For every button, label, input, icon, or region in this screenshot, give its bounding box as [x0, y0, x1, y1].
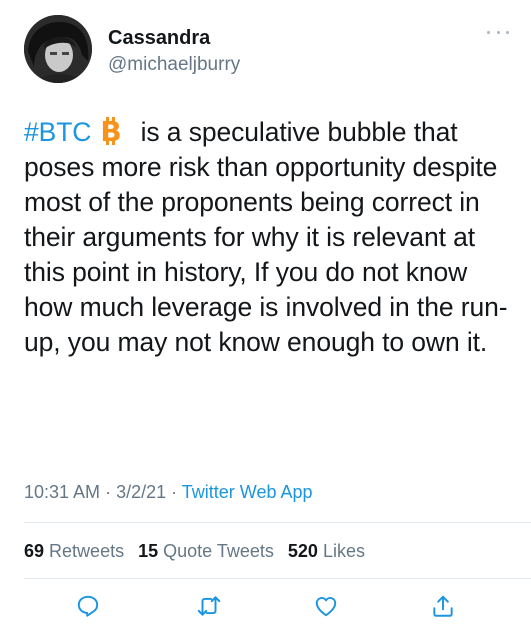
avatar-image — [24, 15, 92, 83]
quotes-count: 15 — [138, 541, 159, 561]
author-handle[interactable]: @michaeljburry — [108, 54, 240, 76]
retweets-count: 69 — [24, 541, 45, 561]
divider — [24, 522, 531, 523]
likes-count: 520 — [287, 541, 318, 561]
tweet-time[interactable]: 10:31 AM — [24, 482, 100, 502]
more-icon[interactable] — [487, 26, 509, 38]
quotes-label: Quote Tweets — [163, 541, 274, 561]
action-bar — [0, 593, 531, 623]
likes-stat[interactable]: 520 Likes — [288, 541, 365, 561]
divider — [24, 578, 531, 579]
like-icon[interactable] — [313, 593, 339, 619]
avatar[interactable] — [24, 15, 92, 83]
tweet-stats: 69 Retweets 15 Quote Tweets 520 Likes — [24, 541, 374, 562]
meta-separator: · — [100, 482, 117, 502]
retweet-icon[interactable] — [196, 593, 222, 619]
tweet-body: is a speculative bubble that poses more … — [24, 117, 508, 357]
tweet-meta: 10:31 AM · 3/2/21 · Twitter Web App — [24, 482, 313, 503]
share-icon[interactable] — [430, 593, 456, 619]
tweet-date[interactable]: 3/2/21 — [116, 482, 166, 502]
quotes-stat[interactable]: 15 Quote Tweets — [138, 541, 274, 561]
retweets-label: Retweets — [49, 541, 125, 561]
meta-separator: · — [166, 482, 182, 502]
author-name[interactable]: Cassandra — [108, 27, 210, 50]
tweet-text: #BTC B is a speculative bubble that poses… — [24, 115, 514, 360]
hashtag-link[interactable]: #BTC — [24, 117, 91, 147]
retweets-stat[interactable]: 69 Retweets — [24, 541, 124, 561]
bitcoin-icon: B — [101, 116, 122, 146]
svg-text:B: B — [101, 116, 122, 146]
tweet-source[interactable]: Twitter Web App — [182, 482, 313, 502]
reply-icon[interactable] — [75, 593, 101, 619]
likes-label: Likes — [322, 541, 365, 561]
